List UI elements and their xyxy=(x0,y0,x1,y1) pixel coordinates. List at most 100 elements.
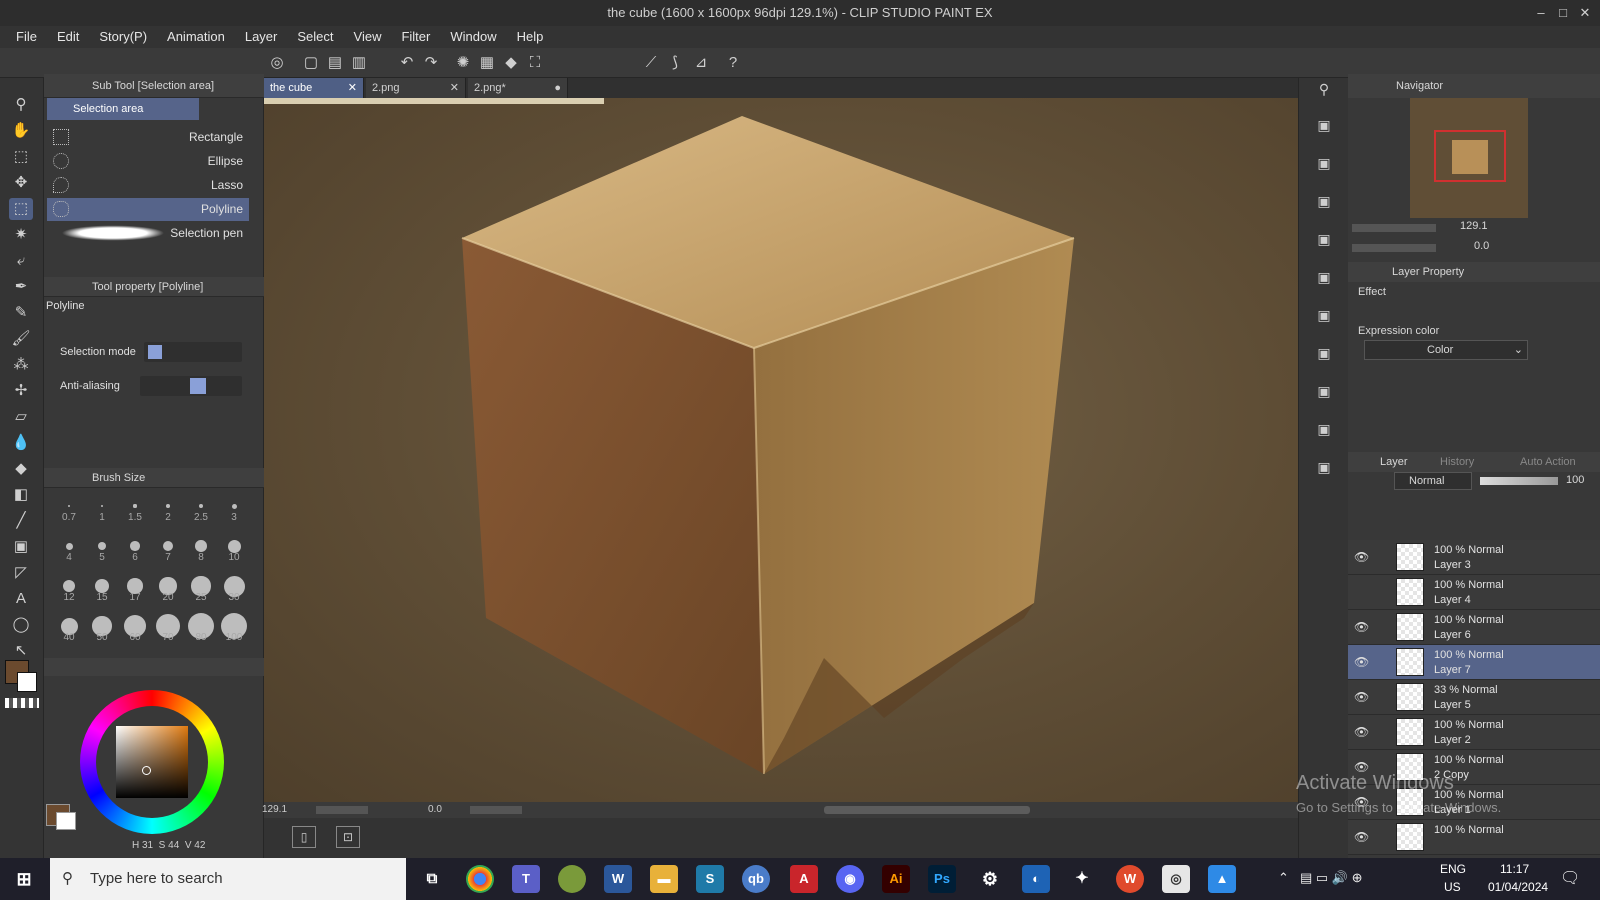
navigator-zoom[interactable]: 129.1 xyxy=(1460,220,1488,232)
acrobat-icon[interactable]: A xyxy=(790,865,818,893)
snap-grid-icon[interactable]: ⊿ xyxy=(690,52,712,74)
brush-size-option[interactable]: 60 xyxy=(118,608,152,646)
open-file-icon[interactable]: ▤ xyxy=(324,52,346,74)
zoom-icon[interactable]: ⚲ xyxy=(9,94,33,116)
clear-icon[interactable]: ✺ xyxy=(452,52,474,74)
move-layer-icon[interactable]: ✥ xyxy=(9,172,33,194)
brush-size-option[interactable]: 5 xyxy=(85,528,119,566)
close-tab-icon[interactable]: ✕ xyxy=(450,78,459,98)
anti-aliasing-selector[interactable] xyxy=(140,376,242,396)
panel-1-icon[interactable]: ▣ xyxy=(1312,114,1336,136)
tray-chevron-up-icon[interactable]: ⌃ xyxy=(1278,870,1289,886)
blend-icon[interactable]: 💧 xyxy=(9,432,33,454)
clip-studio-taskbar-icon[interactable]: ◎ xyxy=(1162,865,1190,893)
app-ball-icon[interactable] xyxy=(558,865,586,893)
clip-studio-icon[interactable]: ◎ xyxy=(266,52,288,74)
auto-select-icon[interactable]: ✷ xyxy=(9,224,33,246)
layer-row[interactable]: 👁 100 % Normal xyxy=(1348,820,1600,855)
panel-2-icon[interactable]: ▣ xyxy=(1312,152,1336,174)
tab-the-cube[interactable]: the cube ✕ xyxy=(264,78,364,98)
visibility-eye-icon[interactable]: 👁 xyxy=(1354,830,1369,844)
brush-size-option[interactable]: 0.7 xyxy=(52,488,86,526)
blend-mode-select[interactable]: Normal xyxy=(1394,472,1472,490)
tab-auto-action[interactable]: Auto Action xyxy=(1520,452,1576,472)
sketchup-icon[interactable]: S xyxy=(696,865,724,893)
visibility-eye-icon[interactable]: 👁 xyxy=(1354,550,1369,564)
transparent-color-swatch[interactable] xyxy=(5,698,39,708)
subtool-group-tab[interactable]: Selection area xyxy=(47,98,199,120)
opacity-value[interactable]: 100 xyxy=(1566,474,1584,486)
expression-color-select[interactable]: Color ⌄ xyxy=(1364,340,1528,360)
brush-size-option[interactable]: 2.5 xyxy=(184,488,218,526)
navigator-rotation-slider[interactable] xyxy=(1352,244,1436,252)
app-blue-icon[interactable]: ◐ xyxy=(1022,865,1050,893)
new-selection-icon[interactable] xyxy=(148,345,162,359)
operation-icon[interactable]: ⬚ xyxy=(9,146,33,168)
brush-size-option[interactable]: 3 xyxy=(217,488,251,526)
frame-icon[interactable]: ⊡ xyxy=(336,826,360,848)
wps-icon[interactable]: W xyxy=(1116,865,1144,893)
taskbar-search-input[interactable]: ⚲ Type here to search xyxy=(50,858,406,900)
menu-layer[interactable]: Layer xyxy=(235,26,288,48)
brush-size-option[interactable]: 40 xyxy=(52,608,86,646)
subtool-ellipse[interactable]: Ellipse xyxy=(47,150,249,173)
fill-tool-icon[interactable]: ◆ xyxy=(9,458,33,480)
frame-border-icon[interactable]: ▣ xyxy=(9,536,33,558)
settings-gear-icon[interactable]: ⚙ xyxy=(976,865,1004,893)
balloon-icon[interactable]: ◯ xyxy=(9,614,33,636)
sub-color-swatch[interactable] xyxy=(17,672,37,692)
redo-icon[interactable]: ↷ xyxy=(420,52,442,74)
brush-size-option[interactable]: 8 xyxy=(184,528,218,566)
brush-size-option[interactable]: 17 xyxy=(118,568,152,606)
subtool-rectangle[interactable]: Rectangle xyxy=(47,126,249,149)
menu-window[interactable]: Window xyxy=(440,26,506,48)
color-sv-square[interactable] xyxy=(116,726,188,798)
eyedropper-icon[interactable]: ⤶ xyxy=(9,250,33,272)
panel-6-icon[interactable]: ▣ xyxy=(1312,304,1336,326)
qbittorrent-icon[interactable]: qb xyxy=(742,865,770,893)
panel-9-icon[interactable]: ▣ xyxy=(1312,418,1336,440)
brush-size-option[interactable]: 10 xyxy=(217,528,251,566)
brush-size-option[interactable]: 20 xyxy=(151,568,185,606)
brush-size-option[interactable]: 1 xyxy=(85,488,119,526)
menu-view[interactable]: View xyxy=(344,26,392,48)
search-icon[interactable]: ⚲ xyxy=(1312,78,1336,100)
selection-area-icon[interactable]: ⬚ xyxy=(9,198,33,220)
task-view-icon[interactable]: ⧉ xyxy=(418,865,446,893)
anti-aliasing-medium-icon[interactable] xyxy=(190,378,206,394)
decoration-icon[interactable]: ✢ xyxy=(9,380,33,402)
tray-apps-icon[interactable]: ▤ ▭ 🔊 ⊕ xyxy=(1300,870,1362,886)
figure-icon[interactable]: ╱ xyxy=(9,510,33,532)
layer-row[interactable]: 👁 100 % Normal Layer 6 xyxy=(1348,610,1600,645)
layer-row[interactable]: 👁 100 % Normal Layer 3 xyxy=(1348,540,1600,575)
modified-dot-icon[interactable]: ● xyxy=(554,78,561,98)
brush-size-option[interactable]: 50 xyxy=(85,608,119,646)
brush-size-option[interactable]: 80 xyxy=(184,608,218,646)
visibility-eye-icon[interactable] xyxy=(1354,585,1368,599)
tab-layer[interactable]: Layer xyxy=(1380,452,1408,472)
navigator-rotation[interactable]: 0.0 xyxy=(1474,240,1489,252)
rotation-readout[interactable]: 0.0 xyxy=(428,802,442,818)
undo-icon[interactable]: ↶ xyxy=(396,52,418,74)
word-icon[interactable]: W xyxy=(604,865,632,893)
visibility-eye-icon[interactable]: 👁 xyxy=(1354,725,1369,739)
brush-size-option[interactable]: 100 xyxy=(217,608,251,646)
layer-row[interactable]: 👁 100 % Normal Layer 2 xyxy=(1348,715,1600,750)
discord-icon[interactable]: ◉ xyxy=(836,865,864,893)
panel-4-icon[interactable]: ▣ xyxy=(1312,228,1336,250)
navigator-zoom-slider[interactable] xyxy=(1352,224,1436,232)
brush-size-option[interactable]: 7 xyxy=(151,528,185,566)
horizontal-scrollbar[interactable] xyxy=(824,806,1030,814)
app-bird-icon[interactable]: ✦ xyxy=(1068,865,1096,893)
brush-size-option[interactable]: 30 xyxy=(217,568,251,606)
illustrator-icon[interactable]: Ai xyxy=(882,865,910,893)
visibility-eye-icon[interactable]: 👁 xyxy=(1354,655,1369,669)
color-sub-swatch[interactable] xyxy=(56,812,76,830)
subtool-polyline[interactable]: Polyline xyxy=(47,198,249,221)
timeline-toggle-icon[interactable]: ▯ xyxy=(292,826,316,848)
subtool-lasso[interactable]: Lasso xyxy=(47,174,249,197)
tab-2-png[interactable]: 2.png ✕ xyxy=(366,78,466,98)
close-tab-icon[interactable]: ✕ xyxy=(348,78,357,98)
brush-size-option[interactable]: 15 xyxy=(85,568,119,606)
layer-row[interactable]: 👁 100 % Normal Layer 7 xyxy=(1348,645,1600,680)
